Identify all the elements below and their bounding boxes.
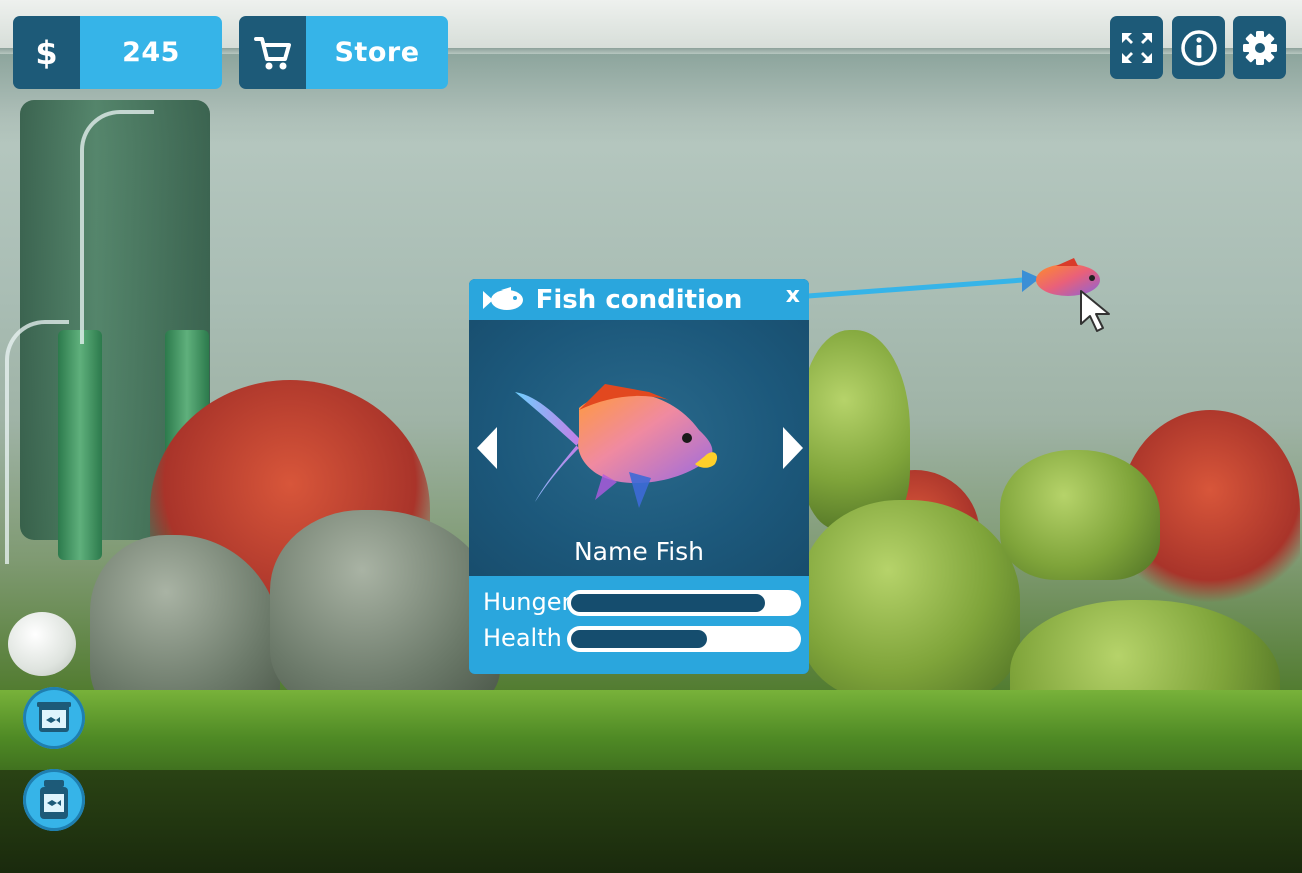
- stat-label: Hunger: [483, 588, 572, 616]
- money-display: $ 245: [13, 16, 222, 89]
- health-bar-fill: [571, 630, 707, 648]
- store-label: Store: [306, 16, 448, 89]
- air-tube: [80, 110, 154, 344]
- fish-name[interactable]: Name Fish: [469, 537, 809, 566]
- air-tube: [5, 320, 69, 564]
- previous-fish-arrow[interactable]: [477, 427, 497, 469]
- fish-food-jar-icon: [40, 780, 68, 819]
- fullscreen-button[interactable]: [1110, 16, 1163, 79]
- aquarium-button[interactable]: [23, 687, 85, 749]
- stat-hunger: Hunger: [469, 588, 809, 618]
- hunger-bar-fill: [571, 594, 765, 612]
- panel-title: Fish condition: [535, 285, 743, 315]
- fullscreen-icon: [1121, 32, 1152, 63]
- stat-label: Health: [483, 624, 562, 652]
- money-value: 245: [80, 16, 222, 89]
- bubble-stone: [8, 612, 76, 676]
- info-icon: [1180, 29, 1217, 66]
- next-fish-arrow[interactable]: [783, 427, 803, 469]
- moss-rock: [1000, 450, 1160, 580]
- gear-icon: [1242, 30, 1277, 65]
- fish-portrait: [515, 384, 718, 508]
- store-button[interactable]: Store: [239, 16, 448, 89]
- health-bar: [567, 626, 801, 652]
- rock: [270, 510, 500, 710]
- info-button[interactable]: [1172, 16, 1225, 79]
- settings-button[interactable]: [1233, 16, 1286, 79]
- aquarium-icon: [37, 702, 71, 732]
- hunger-bar: [567, 590, 801, 616]
- fish-condition-panel: Fish condition x Name Fish Hunger Health: [469, 279, 809, 674]
- food-button[interactable]: [23, 769, 85, 831]
- close-button[interactable]: x: [786, 283, 800, 308]
- substrate: [0, 770, 1302, 873]
- dollar-icon: $: [13, 16, 80, 89]
- stat-health: Health: [469, 624, 809, 654]
- cursor-icon: [1080, 290, 1110, 332]
- cart-icon: [239, 16, 306, 89]
- fish-stats: Hunger Health: [469, 576, 809, 674]
- moss-rock: [800, 500, 1020, 700]
